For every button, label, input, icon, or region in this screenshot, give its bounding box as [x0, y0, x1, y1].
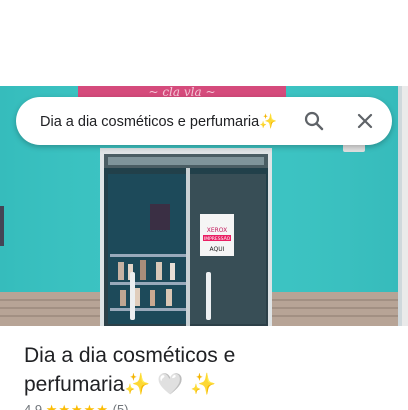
- close-icon: [357, 113, 373, 129]
- sign-line-1: XEROX: [207, 227, 228, 234]
- search-input[interactable]: [40, 109, 290, 133]
- sign-line-3: AQUI: [210, 246, 225, 253]
- place-title-line1: Dia a dia cosméticos e: [24, 344, 236, 367]
- search-box: [16, 97, 392, 145]
- place-title-emojis: ✨ 🤍 ✨: [124, 372, 217, 396]
- close-button[interactable]: [349, 105, 381, 137]
- sign-line-2: IMPRESSÃO: [204, 235, 231, 242]
- rating-row[interactable]: 4.9 ★★★★★ (5): [24, 402, 129, 410]
- search-button[interactable]: [298, 105, 330, 137]
- search-icon: [304, 111, 324, 131]
- maps-place-panel: ~ cla vla ~ XEROX IMPRESSÃO AQUI Dia a d…: [0, 0, 408, 410]
- place-title-line2: perfumaria: [24, 373, 125, 396]
- review-count[interactable]: (5): [113, 402, 129, 410]
- rating-value: 4.9: [24, 402, 43, 410]
- place-title: Dia a dia cosméticos e perfumaria✨ 🤍 ✨: [24, 342, 394, 399]
- place-title-block: Dia a dia cosméticos e perfumaria✨ 🤍 ✨: [24, 342, 394, 399]
- rating-stars: ★★★★★: [45, 402, 109, 410]
